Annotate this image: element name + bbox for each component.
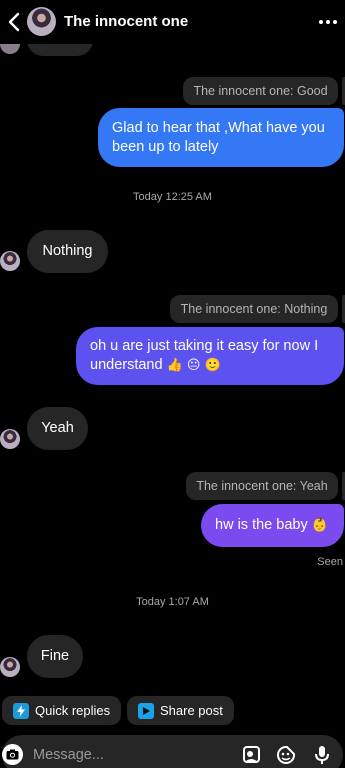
- message-text: hw is the baby 👶: [215, 516, 328, 535]
- sticker-icon: [277, 746, 295, 764]
- share-post-label: Share post: [160, 703, 223, 718]
- lightning-icon: [13, 702, 29, 719]
- message-text: Yeah: [41, 420, 74, 436]
- avatar[interactable]: [0, 429, 20, 449]
- contact-name[interactable]: The innocent one: [64, 13, 188, 30]
- gallery-button[interactable]: [240, 744, 262, 766]
- reply-quote-text: The innocent one: Yeah: [196, 479, 328, 493]
- chat-header: The innocent one: [0, 0, 345, 44]
- message-text-content: hw is the baby: [215, 517, 308, 533]
- quick-replies-label: Quick replies: [35, 703, 111, 718]
- reply-quote-text: The innocent one: Nothing: [180, 302, 328, 316]
- sticker-button[interactable]: [275, 744, 297, 766]
- message-text: Nothing: [42, 243, 93, 259]
- sent-message-bubble[interactable]: oh u are just taking it easy for now I u…: [76, 327, 344, 385]
- message-text: oh u are just taking it easy for now I u…: [90, 337, 330, 375]
- emoji-group: 👍 😐 🙂: [166, 358, 221, 373]
- avatar[interactable]: [0, 657, 20, 677]
- more-options-button[interactable]: [319, 12, 339, 32]
- microphone-icon: [315, 746, 329, 764]
- message-text: Fine: [40, 648, 70, 664]
- reply-quote[interactable]: The innocent one: Yeah: [186, 472, 338, 500]
- received-message-bubble[interactable]: Yeah: [27, 407, 88, 450]
- more-dot: [326, 20, 330, 24]
- microphone-button[interactable]: [311, 744, 333, 766]
- share-post-button[interactable]: Share post: [127, 696, 234, 725]
- reply-quote[interactable]: The innocent one: Good: [183, 77, 338, 105]
- more-dots-icon: [319, 20, 323, 24]
- more-dot: [333, 20, 337, 24]
- camera-button[interactable]: [2, 744, 23, 765]
- camera-icon: [6, 749, 19, 760]
- timestamp: Today 1:07 AM: [136, 596, 209, 608]
- contact-avatar[interactable]: [27, 7, 56, 36]
- message-input[interactable]: [33, 742, 223, 768]
- share-post-icon: [138, 702, 154, 719]
- chevron-left-icon: [8, 12, 20, 32]
- gallery-icon: [243, 746, 260, 763]
- reply-quote[interactable]: The innocent one: Nothing: [170, 295, 338, 323]
- quick-replies-button[interactable]: Quick replies: [2, 696, 122, 725]
- message-text: Glad to hear that ,What have you been up…: [112, 119, 325, 155]
- back-button[interactable]: [4, 9, 24, 35]
- sent-message-bubble[interactable]: Glad to hear that ,What have you been up…: [98, 108, 344, 167]
- seen-status: Seen: [317, 556, 343, 568]
- received-message-bubble[interactable]: Fine: [27, 635, 83, 678]
- avatar[interactable]: [0, 251, 20, 271]
- timestamp: Today 12:25 AM: [133, 191, 212, 203]
- received-message-bubble[interactable]: Nothing: [27, 230, 108, 273]
- sent-message-bubble[interactable]: hw is the baby 👶: [201, 504, 344, 547]
- emoji-group: 👶: [311, 518, 328, 533]
- reply-quote-text: The innocent one: Good: [193, 84, 328, 98]
